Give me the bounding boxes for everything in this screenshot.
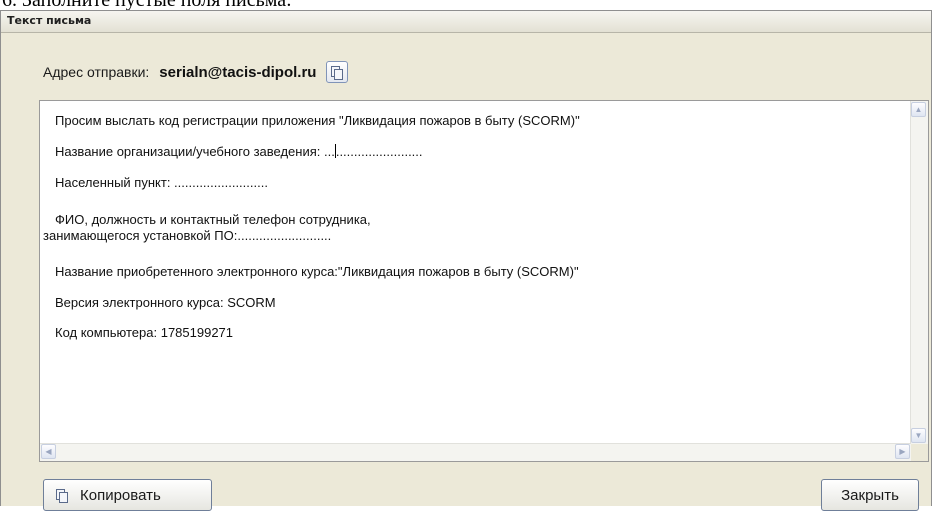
email-text-dialog: Текст письма Адрес отправки: serialn@tac… xyxy=(0,10,932,511)
scroll-down-icon: ▼ xyxy=(914,431,923,440)
instruction-caption: 6. Заполните пустые поля письма: xyxy=(0,0,934,10)
copy-button[interactable]: Копировать xyxy=(43,479,212,511)
email-body-textarea[interactable]: Просим выслать код регистрации приложени… xyxy=(39,100,929,462)
organization-dots: ........................ xyxy=(335,144,423,159)
address-row: Адрес отправки: serialn@tacis-dipol.ru xyxy=(43,59,349,85)
scroll-down-button[interactable]: ▼ xyxy=(911,428,926,443)
scroll-left-icon: ◀ xyxy=(45,447,52,456)
body-line-contact: ФИО, должность и контактный телефон сотр… xyxy=(55,212,371,227)
horizontal-scrollbar[interactable]: ◀ ▶ xyxy=(40,443,911,461)
close-button-label: Закрыть xyxy=(841,486,899,504)
scrollbar-corner xyxy=(911,444,928,461)
scroll-right-button[interactable]: ▶ xyxy=(895,444,910,459)
copy-button-label: Копировать xyxy=(80,486,161,504)
body-line-locality: Населенный пункт: ......................… xyxy=(55,175,268,190)
dialog-title: Текст письма xyxy=(7,14,92,27)
body-line-organization: Название организации/учебного заведения:… xyxy=(55,144,423,159)
organization-prefix: Название организации/учебного заведения:… xyxy=(55,144,335,159)
scroll-left-button[interactable]: ◀ xyxy=(41,444,56,459)
close-button[interactable]: Закрыть xyxy=(821,479,919,511)
scroll-up-button[interactable]: ▲ xyxy=(911,102,926,117)
body-line-contact-cont: занимающегося установкой ПО:............… xyxy=(43,228,332,243)
copy-icon xyxy=(56,488,68,503)
scroll-up-icon: ▲ xyxy=(914,105,923,114)
address-value: serialn@tacis-dipol.ru xyxy=(159,63,317,81)
address-label: Адрес отправки: xyxy=(43,64,150,80)
instruction-caption-text: 6. Заполните пустые поля письма: xyxy=(2,0,292,10)
email-body-content[interactable]: Просим выслать код регистрации приложени… xyxy=(40,101,911,444)
dialog-titlebar: Текст письма xyxy=(1,11,931,33)
copy-address-button[interactable] xyxy=(326,61,349,83)
body-line-computer-code: Код компьютера: 1785199271 xyxy=(55,325,234,340)
vertical-scrollbar[interactable]: ▲ ▼ xyxy=(910,101,928,444)
scroll-right-icon: ▶ xyxy=(899,447,906,456)
body-line-course-version: Версия электронного курса: SCORM xyxy=(55,295,276,310)
copy-icon xyxy=(331,65,344,80)
body-line-course-name: Название приобретенного электронного кур… xyxy=(55,264,579,279)
body-line-request: Просим выслать код регистрации приложени… xyxy=(55,113,580,128)
